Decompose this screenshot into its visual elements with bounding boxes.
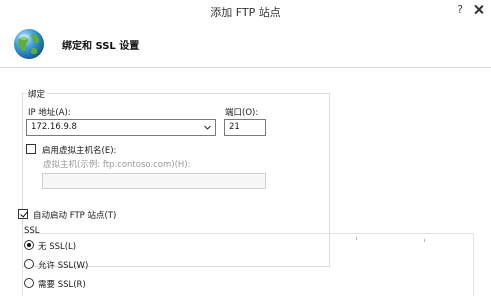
port-value: 21	[229, 122, 240, 132]
enable-virtual-host-label: 启用虚拟主机名(E):	[42, 146, 117, 156]
allow-ssl-label: 允许 SSL(W)	[38, 261, 89, 271]
port-input[interactable]: 21	[224, 119, 266, 136]
enable-virtual-host-checkbox[interactable]	[26, 144, 36, 154]
ssl-group	[22, 233, 474, 296]
ip-address-select[interactable]: 172.16.9.8	[26, 119, 216, 136]
no-ssl-label: 无 SSL(L)	[38, 242, 77, 252]
ip-address-label: IP 地址(A):	[28, 108, 71, 118]
artifact-dot	[424, 239, 425, 242]
virtual-host-input[interactable]	[42, 173, 266, 189]
autostart-label: 自动启动 FTP 站点(T)	[33, 211, 117, 221]
close-button[interactable]	[468, 2, 490, 17]
chevron-down-icon	[204, 125, 211, 130]
page-title: 绑定和 SSL 设置	[62, 41, 140, 52]
no-ssl-radio[interactable]	[24, 240, 34, 250]
require-ssl-radio[interactable]	[24, 278, 34, 288]
port-label: 端口(O):	[225, 108, 259, 118]
title-bar: 添加 FTP 站点 ?	[0, 0, 491, 24]
dialog-content: 绑定 IP 地址(A): 172.16.9.8 端口(O): 21 启用虚拟主机…	[0, 69, 491, 296]
artifact-dot	[356, 237, 357, 240]
page-header: 绑定和 SSL 设置	[0, 24, 491, 68]
globe-icon	[14, 29, 44, 59]
window-title: 添加 FTP 站点	[210, 6, 281, 19]
ip-address-value: 172.16.9.8	[31, 122, 77, 132]
binding-group-label: 绑定	[26, 88, 48, 100]
require-ssl-label: 需要 SSL(R)	[38, 280, 86, 290]
ssl-group-label: SSL	[24, 226, 40, 236]
help-button[interactable]: ?	[454, 1, 466, 19]
autostart-checkbox[interactable]	[18, 209, 28, 219]
virtual-host-hint: 虚拟主机(示例: ftp.contoso.com)(H):	[43, 160, 191, 170]
allow-ssl-radio[interactable]	[24, 259, 34, 269]
